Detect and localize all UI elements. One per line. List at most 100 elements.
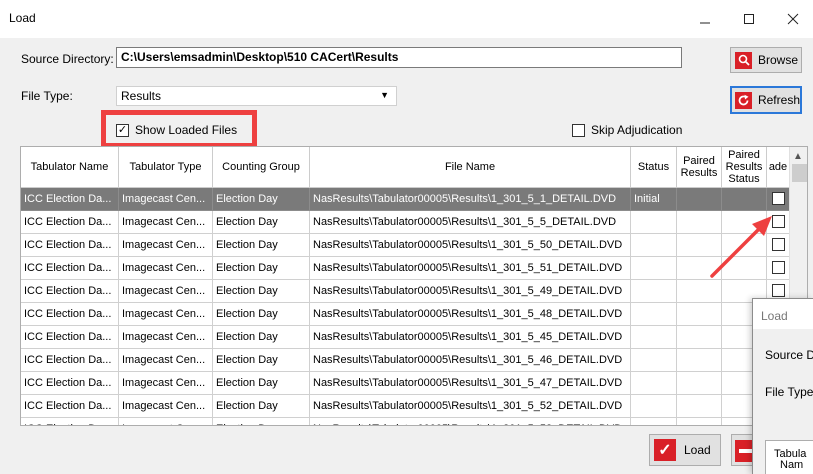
table-cell: Imagecast Cen... <box>119 372 213 395</box>
second-window-title: Load <box>761 309 788 323</box>
column-header[interactable]: Tabulator Type <box>119 147 213 188</box>
maximize-button[interactable] <box>727 0 771 38</box>
table-cell: ICC Election Da... <box>21 303 119 326</box>
scroll-up-icon[interactable]: ▲ <box>793 151 803 162</box>
load-button[interactable]: ✓ Load <box>649 434 721 466</box>
highlight-annotation <box>101 110 257 148</box>
table-cell <box>677 326 722 349</box>
source-directory-label: Source Directory: <box>21 52 114 66</box>
table-cell: ICC Election Da... <box>21 234 119 257</box>
window-title: Load <box>9 11 36 25</box>
table-cell: Election Day <box>213 303 310 326</box>
source-directory-input[interactable]: C:\Users\emsadmin\Desktop\510 CACert\Res… <box>116 47 682 68</box>
load-label: Load <box>684 443 711 457</box>
table-row[interactable]: ICC Election Da...Imagecast Cen...Electi… <box>21 395 790 418</box>
table-cell <box>677 395 722 418</box>
column-header[interactable]: Paired Results <box>677 147 722 188</box>
table-cell: Election Day <box>213 257 310 280</box>
table-cell: Imagecast Cen... <box>119 211 213 234</box>
table-row[interactable]: ICC Election Da...Imagecast Cen...Electi… <box>21 234 790 257</box>
table-cell <box>631 418 677 425</box>
files-table[interactable]: Tabulator Name Tabulator Type Counting G… <box>20 146 808 426</box>
table-cell: Imagecast Cen... <box>119 234 213 257</box>
table-cell: ICC Election Da... <box>21 395 119 418</box>
column-header[interactable]: Status <box>631 147 677 188</box>
table-cell <box>631 349 677 372</box>
table-cell: Imagecast Cen... <box>119 326 213 349</box>
table-cell: NasResults\Tabulator00005\Results\1_301_… <box>310 234 631 257</box>
table-row[interactable]: ICC Election Da...Imagecast Cen...Electi… <box>21 280 790 303</box>
table-cell: ICC Election Da... <box>21 349 119 372</box>
close-button[interactable] <box>771 0 813 38</box>
table-cell: ICC Election Da... <box>21 326 119 349</box>
arrow-annotation <box>710 216 772 278</box>
minimize-icon <box>700 22 710 24</box>
chevron-down-icon: ▼ <box>380 90 389 100</box>
table-cell: ICC Election Da... <box>21 418 119 425</box>
column-header[interactable]: File Name <box>310 147 631 188</box>
file-type-select[interactable]: Results ▼ <box>116 86 397 106</box>
table-cell <box>631 234 677 257</box>
table-row[interactable]: ICC Election Da...Imagecast Cen...Electi… <box>21 211 790 234</box>
column-header[interactable]: Paired Results Status <box>722 147 767 188</box>
column-header[interactable]: Tabulator Name <box>21 147 119 188</box>
table-cell <box>631 395 677 418</box>
table-cell: ICC Election Da... <box>21 188 119 211</box>
table-cell: NasResults\Tabulator00005\Results\1_301_… <box>310 372 631 395</box>
second-load-window[interactable]: Load Source Di File Type: Tabula Nam <box>752 298 813 474</box>
table-row[interactable]: ICC Election Da...Imagecast Cen...Electi… <box>21 418 790 425</box>
table-cell: NasResults\Tabulator00005\Results\1_301_… <box>310 303 631 326</box>
table-row[interactable]: ICC Election Da...Imagecast Cen...Electi… <box>21 326 790 349</box>
table-cell <box>677 303 722 326</box>
table-cell <box>677 349 722 372</box>
table-cell: Election Day <box>213 349 310 372</box>
table-cell: NasResults\Tabulator00005\Results\1_301_… <box>310 280 631 303</box>
skip-adjudication-checkbox[interactable] <box>572 123 585 137</box>
browse-label: Browse <box>758 53 799 67</box>
second-window-table[interactable]: Tabula Nam <box>765 440 813 474</box>
refresh-button[interactable]: Refresh <box>730 86 802 114</box>
table-header: Tabulator Name Tabulator Type Counting G… <box>21 147 790 188</box>
table-cell <box>631 303 677 326</box>
table-cell <box>631 326 677 349</box>
refresh-label: Refresh <box>757 93 800 107</box>
table-cell: NasResults\Tabulator00005\Results\1_301_… <box>310 257 631 280</box>
title-bar: Load <box>0 0 813 38</box>
table-cell: Election Day <box>213 418 310 425</box>
table-cell: Imagecast Cen... <box>119 303 213 326</box>
column-header-line: Nam <box>780 459 804 471</box>
table-row[interactable]: ICC Election Da...Imagecast Cen...Electi… <box>21 303 790 326</box>
table-cell <box>631 257 677 280</box>
table-cell: Imagecast Cen... <box>119 280 213 303</box>
column-header[interactable]: Counting Group <box>213 147 310 188</box>
column-header[interactable]: ade <box>767 147 790 188</box>
table-cell: ICC Election Da... <box>21 211 119 234</box>
table-row[interactable]: ICC Election Da...Imagecast Cen...Electi… <box>21 188 790 211</box>
table-row[interactable]: ICC Election Da...Imagecast Cen...Electi… <box>21 349 790 372</box>
table-cell: ICC Election Da... <box>21 257 119 280</box>
table-cell <box>631 211 677 234</box>
table-cell: Election Day <box>213 326 310 349</box>
search-icon <box>735 51 752 69</box>
table-cell <box>631 372 677 395</box>
table-cell <box>677 372 722 395</box>
table-cell: Election Day <box>213 395 310 418</box>
table-cell <box>631 280 677 303</box>
table-cell: Imagecast Cen... <box>119 188 213 211</box>
file-type-value: Results <box>121 89 162 103</box>
table-cell: NasResults\Tabulator00005\Results\1_301_… <box>310 211 631 234</box>
table-cell: NasResults\Tabulator00005\Results\1_301_… <box>310 188 631 211</box>
table-cell: Election Day <box>213 211 310 234</box>
table-row[interactable]: ICC Election Da...Imagecast Cen...Electi… <box>21 372 790 395</box>
maximize-icon <box>744 14 754 24</box>
minimize-button[interactable] <box>683 0 727 38</box>
checkmark-icon: ✓ <box>654 439 676 461</box>
table-row[interactable]: ICC Election Da...Imagecast Cen...Electi… <box>21 257 790 280</box>
table-cell <box>677 418 722 425</box>
skip-adjudication-option[interactable]: Skip Adjudication <box>572 123 682 137</box>
table-cell: Imagecast Cen... <box>119 257 213 280</box>
second-window-file-type-label: File Type: <box>765 385 813 399</box>
second-window-source-label: Source Di <box>765 348 813 362</box>
browse-button[interactable]: Browse <box>730 47 802 73</box>
scrollbar-thumb[interactable] <box>792 164 807 182</box>
